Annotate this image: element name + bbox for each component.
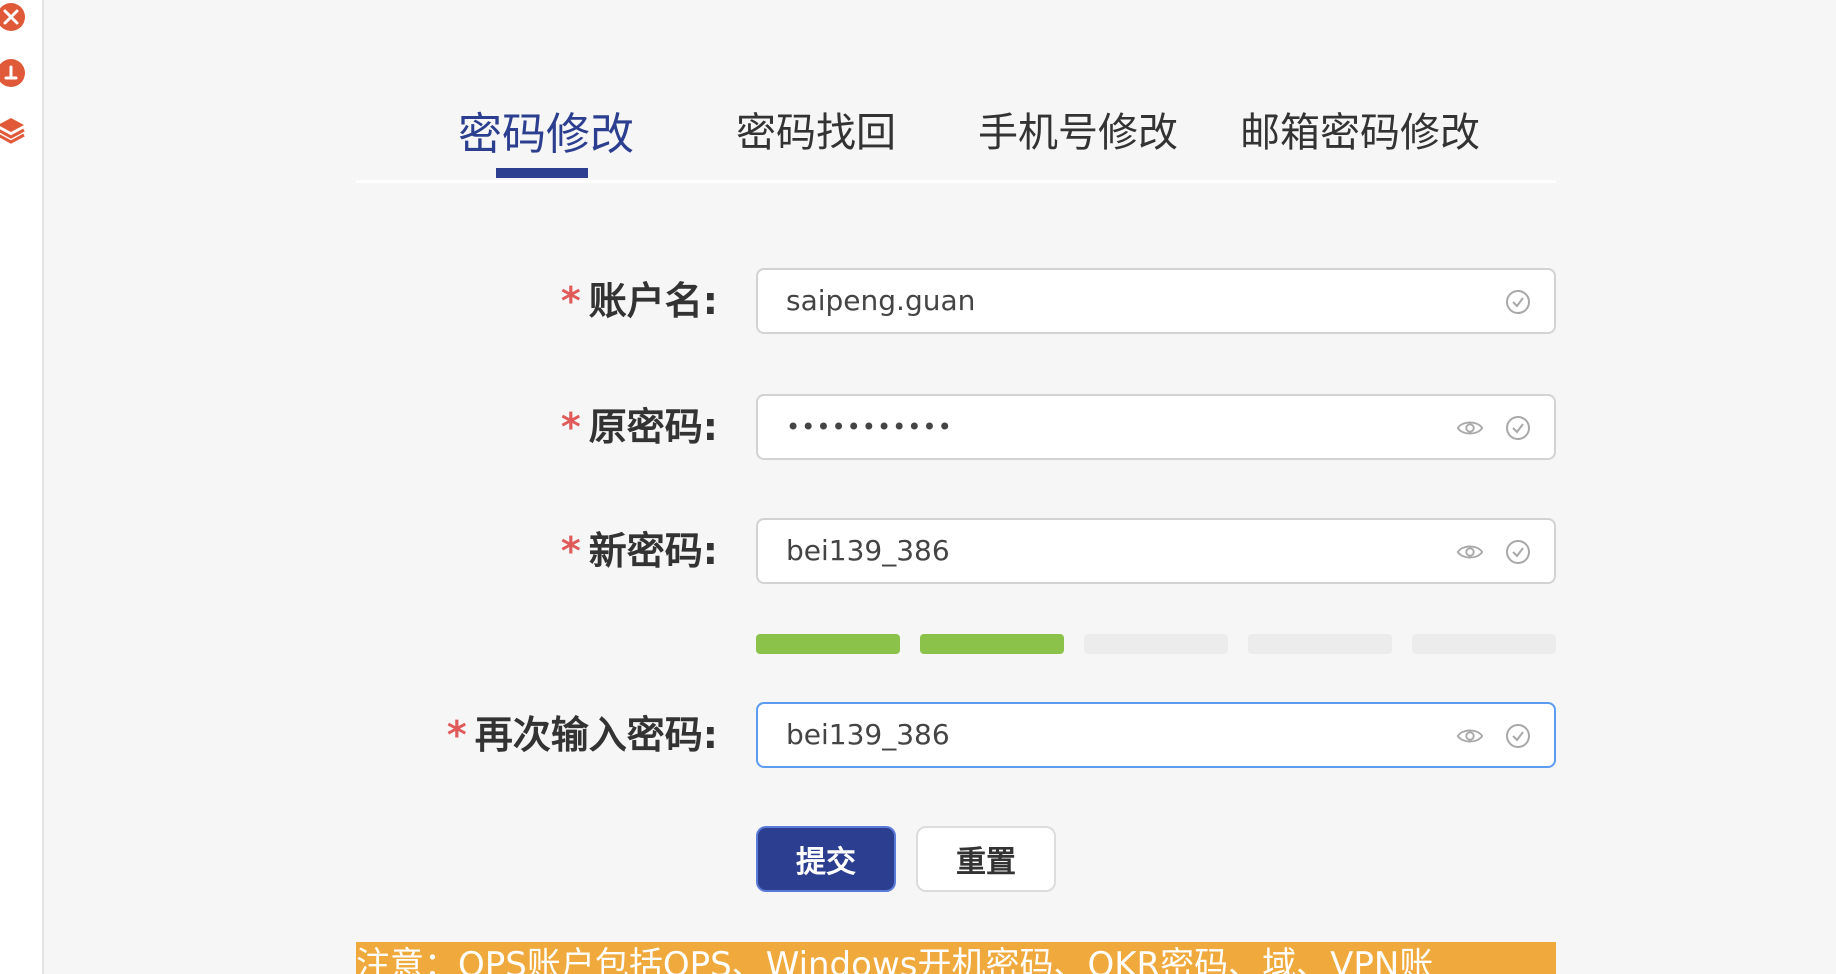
old-password-value: •••••••••••: [786, 413, 953, 441]
account-label-text: 账户名:: [588, 279, 718, 323]
check-circle-icon: [1504, 722, 1532, 750]
confirm-password-label-text: 再次输入密码:: [474, 713, 718, 757]
strength-segment: [1248, 634, 1392, 654]
old-password-row: * 原密码: •••••••••••: [356, 394, 1556, 460]
required-mark: *: [560, 279, 581, 323]
new-password-row: * 新密码: bei139_386: [356, 518, 1556, 584]
check-circle-icon: [1504, 288, 1532, 316]
eye-icon[interactable]: [1456, 414, 1484, 442]
new-password-label-text: 新密码:: [588, 529, 718, 573]
reset-button[interactable]: 重置: [916, 826, 1056, 892]
password-strength-meter: [756, 634, 1556, 654]
new-password-label: * 新密码:: [561, 518, 718, 584]
new-password-input[interactable]: bei139_386: [756, 518, 1556, 584]
required-mark: *: [560, 529, 581, 573]
old-password-label-text: 原密码:: [588, 405, 718, 449]
confirm-password-input[interactable]: bei139_386: [756, 702, 1556, 768]
required-mark: *: [446, 713, 467, 757]
check-circle-icon: [1504, 414, 1532, 442]
password-settings-page: 密码修改 密码找回 手机号修改 邮箱密码修改 * 账户名: saipeng.gua…: [0, 0, 1836, 974]
eye-icon[interactable]: [1456, 538, 1484, 566]
required-mark: *: [560, 405, 581, 449]
old-password-input[interactable]: •••••••••••: [756, 394, 1556, 460]
old-password-label: * 原密码:: [561, 394, 718, 460]
tab-password-change[interactable]: 密码修改: [458, 98, 634, 162]
eye-icon[interactable]: [1456, 722, 1484, 750]
strength-segment: [920, 634, 1064, 654]
submit-button[interactable]: 提交: [756, 826, 896, 892]
tab-phone-change[interactable]: 手机号修改: [978, 100, 1178, 158]
new-password-value: bei139_386: [786, 534, 950, 567]
tab-password-recovery[interactable]: 密码找回: [736, 100, 896, 158]
user-upload-icon[interactable]: [0, 56, 28, 90]
tab-bar: 密码修改 密码找回 手机号修改 邮箱密码修改: [356, 86, 1556, 182]
confirm-password-row: * 再次输入密码: bei139_386: [356, 702, 1556, 768]
tab-email-password-change[interactable]: 邮箱密码修改: [1240, 100, 1480, 158]
confirm-password-value: bei139_386: [786, 718, 950, 751]
strength-segment: [1084, 634, 1228, 654]
account-label: * 账户名:: [561, 268, 718, 334]
confirm-password-label: * 再次输入密码:: [447, 702, 718, 768]
notice-text: 注意：OPS账户包括OPS、Windows开机密码、OKR密码、域、VPN账: [356, 945, 1434, 974]
tab-divider: [356, 180, 1556, 183]
strength-segment: [756, 634, 900, 654]
strength-segment: [1412, 634, 1556, 654]
notice-banner: 注意：OPS账户包括OPS、Windows开机密码、OKR密码、域、VPN账: [356, 942, 1556, 974]
tools-icon[interactable]: [0, 0, 28, 34]
account-input[interactable]: saipeng.guan: [756, 268, 1556, 334]
account-row: * 账户名: saipeng.guan: [356, 268, 1556, 334]
active-tab-indicator: [496, 168, 588, 178]
account-value: saipeng.guan: [786, 284, 976, 317]
check-circle-icon: [1504, 538, 1532, 566]
layers-icon[interactable]: [0, 112, 28, 146]
left-toolbar: [0, 0, 44, 974]
